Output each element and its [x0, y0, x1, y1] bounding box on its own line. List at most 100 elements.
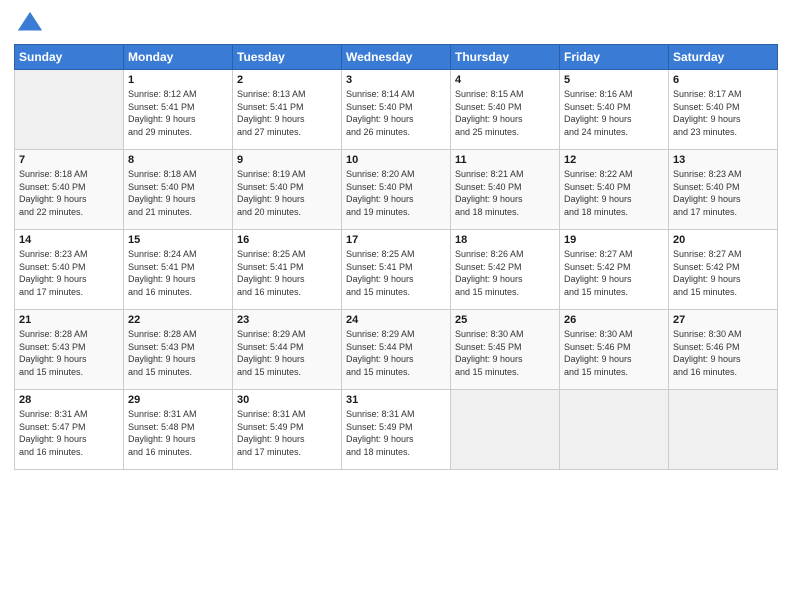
logo-icon: [16, 10, 44, 38]
calendar-cell: 22Sunrise: 8:28 AM Sunset: 5:43 PM Dayli…: [124, 310, 233, 390]
header-monday: Monday: [124, 45, 233, 70]
day-info: Sunrise: 8:12 AM Sunset: 5:41 PM Dayligh…: [128, 88, 228, 138]
calendar-cell: 30Sunrise: 8:31 AM Sunset: 5:49 PM Dayli…: [233, 390, 342, 470]
day-number: 5: [564, 74, 664, 86]
calendar-cell: 31 Sunrise: 8:31 AM Sunset: 5:49 PM Dayli…: [342, 390, 451, 470]
calendar-cell: 15 Sunrise: 8:24 AM Sunset: 5:41 PM Dayli…: [124, 230, 233, 310]
day-info: Sunrise: 8:25 AM Sunset: 5:41 PM Dayligh…: [237, 248, 337, 298]
header-thursday: Thursday: [451, 45, 560, 70]
day-info: Sunrise: 8:19 AM Sunset: 5:40 PM Dayligh…: [237, 168, 337, 218]
day-number: 29: [128, 394, 228, 406]
day-number: 1: [128, 74, 228, 86]
calendar-week-row: 14Sunrise: 8:23 AM Sunset: 5:40 PM Dayli…: [15, 230, 778, 310]
day-info: Sunrise: 8:31 AM Sunset: 5:48 PM Dayligh…: [128, 408, 228, 458]
day-number: 6: [673, 74, 773, 86]
calendar-week-row: 7 Sunrise: 8:18 AM Sunset: 5:40 PM Daylig…: [15, 150, 778, 230]
day-info: Sunrise: 8:21 AM Sunset: 5:40 PM Dayligh…: [455, 168, 555, 218]
calendar-cell: 25 Sunrise: 8:30 AM Sunset: 5:45 PM Dayli…: [451, 310, 560, 390]
day-number: 8: [128, 154, 228, 166]
calendar-cell: 20Sunrise: 8:27 AM Sunset: 5:42 PM Dayli…: [669, 230, 778, 310]
day-number: 17: [346, 234, 446, 246]
calendar-cell: 10Sunrise: 8:20 AM Sunset: 5:40 PM Dayli…: [342, 150, 451, 230]
calendar-week-row: 1 Sunrise: 8:12 AM Sunset: 5:41 PM Daylig…: [15, 70, 778, 150]
calendar-week-row: 21 Sunrise: 8:28 AM Sunset: 5:43 PM Dayli…: [15, 310, 778, 390]
day-info: Sunrise: 8:15 AM Sunset: 5:40 PM Dayligh…: [455, 88, 555, 138]
day-number: 12: [564, 154, 664, 166]
day-number: 3: [346, 74, 446, 86]
calendar-cell: 2 Sunrise: 8:13 AM Sunset: 5:41 PM Daylig…: [233, 70, 342, 150]
calendar-cell: [451, 390, 560, 470]
day-number: 27: [673, 314, 773, 326]
header-friday: Friday: [560, 45, 669, 70]
calendar-cell: [15, 70, 124, 150]
calendar-cell: [560, 390, 669, 470]
day-number: 19: [564, 234, 664, 246]
day-number: 13: [673, 154, 773, 166]
day-info: Sunrise: 8:25 AM Sunset: 5:41 PM Dayligh…: [346, 248, 446, 298]
calendar-cell: 3 Sunrise: 8:14 AM Sunset: 5:40 PM Daylig…: [342, 70, 451, 150]
logo: [14, 14, 44, 38]
page-container: Sunday Monday Tuesday Wednesday Thursday…: [0, 0, 792, 480]
calendar-cell: 6 Sunrise: 8:17 AM Sunset: 5:40 PM Daylig…: [669, 70, 778, 150]
day-number: 30: [237, 394, 337, 406]
header-sunday: Sunday: [15, 45, 124, 70]
calendar-cell: 23Sunrise: 8:29 AM Sunset: 5:44 PM Dayli…: [233, 310, 342, 390]
header-tuesday: Tuesday: [233, 45, 342, 70]
day-info: Sunrise: 8:26 AM Sunset: 5:42 PM Dayligh…: [455, 248, 555, 298]
calendar-week-row: 28 Sunrise: 8:31 AM Sunset: 5:47 PM Dayli…: [15, 390, 778, 470]
day-info: Sunrise: 8:31 AM Sunset: 5:49 PM Dayligh…: [346, 408, 446, 458]
calendar-cell: 13 Sunrise: 8:23 AM Sunset: 5:40 PM Dayli…: [669, 150, 778, 230]
calendar-cell: 26Sunrise: 8:30 AM Sunset: 5:46 PM Dayli…: [560, 310, 669, 390]
calendar-cell: 28 Sunrise: 8:31 AM Sunset: 5:47 PM Dayli…: [15, 390, 124, 470]
day-info: Sunrise: 8:31 AM Sunset: 5:47 PM Dayligh…: [19, 408, 119, 458]
day-number: 31: [346, 394, 446, 406]
day-number: 14: [19, 234, 119, 246]
day-info: Sunrise: 8:22 AM Sunset: 5:40 PM Dayligh…: [564, 168, 664, 218]
calendar-cell: 8 Sunrise: 8:18 AM Sunset: 5:40 PM Daylig…: [124, 150, 233, 230]
day-number: 16: [237, 234, 337, 246]
calendar-cell: [669, 390, 778, 470]
day-number: 9: [237, 154, 337, 166]
calendar-cell: 16 Sunrise: 8:25 AM Sunset: 5:41 PM Dayli…: [233, 230, 342, 310]
day-info: Sunrise: 8:29 AM Sunset: 5:44 PM Dayligh…: [237, 328, 337, 378]
calendar-body: 1 Sunrise: 8:12 AM Sunset: 5:41 PM Daylig…: [15, 70, 778, 470]
day-info: Sunrise: 8:18 AM Sunset: 5:40 PM Dayligh…: [128, 168, 228, 218]
calendar-cell: 7Sunrise: 8:18 AM Sunset: 5:40 PM Daylig…: [15, 150, 124, 230]
day-number: 2: [237, 74, 337, 86]
day-info: Sunrise: 8:27 AM Sunset: 5:42 PM Dayligh…: [564, 248, 664, 298]
day-number: 10: [346, 154, 446, 166]
calendar-cell: 18 Sunrise: 8:26 AM Sunset: 5:42 PM Dayli…: [451, 230, 560, 310]
day-info: Sunrise: 8:30 AM Sunset: 5:45 PM Dayligh…: [455, 328, 555, 378]
calendar-cell: 17 Sunrise: 8:25 AM Sunset: 5:41 PM Dayli…: [342, 230, 451, 310]
calendar-cell: 11 Sunrise: 8:21 AM Sunset: 5:40 PM Dayli…: [451, 150, 560, 230]
header: [14, 10, 778, 38]
day-info: Sunrise: 8:16 AM Sunset: 5:40 PM Dayligh…: [564, 88, 664, 138]
day-number: 18: [455, 234, 555, 246]
header-wednesday: Wednesday: [342, 45, 451, 70]
calendar-cell: 27Sunrise: 8:30 AM Sunset: 5:46 PM Dayli…: [669, 310, 778, 390]
calendar-cell: 5 Sunrise: 8:16 AM Sunset: 5:40 PM Daylig…: [560, 70, 669, 150]
day-number: 21: [19, 314, 119, 326]
calendar-cell: 1 Sunrise: 8:12 AM Sunset: 5:41 PM Daylig…: [124, 70, 233, 150]
calendar-cell: 29 Sunrise: 8:31 AM Sunset: 5:48 PM Dayli…: [124, 390, 233, 470]
day-number: 25: [455, 314, 555, 326]
day-info: Sunrise: 8:17 AM Sunset: 5:40 PM Dayligh…: [673, 88, 773, 138]
calendar-header-row: Sunday Monday Tuesday Wednesday Thursday…: [15, 45, 778, 70]
calendar-cell: 12 Sunrise: 8:22 AM Sunset: 5:40 PM Dayli…: [560, 150, 669, 230]
day-number: 11: [455, 154, 555, 166]
day-info: Sunrise: 8:24 AM Sunset: 5:41 PM Dayligh…: [128, 248, 228, 298]
day-number: 15: [128, 234, 228, 246]
day-number: 24: [346, 314, 446, 326]
day-number: 28: [19, 394, 119, 406]
day-info: Sunrise: 8:13 AM Sunset: 5:41 PM Dayligh…: [237, 88, 337, 138]
day-number: 4: [455, 74, 555, 86]
day-info: Sunrise: 8:28 AM Sunset: 5:43 PM Dayligh…: [19, 328, 119, 378]
day-info: Sunrise: 8:29 AM Sunset: 5:44 PM Dayligh…: [346, 328, 446, 378]
header-saturday: Saturday: [669, 45, 778, 70]
day-number: 22: [128, 314, 228, 326]
day-info: Sunrise: 8:14 AM Sunset: 5:40 PM Dayligh…: [346, 88, 446, 138]
day-info: Sunrise: 8:23 AM Sunset: 5:40 PM Dayligh…: [673, 168, 773, 218]
calendar-cell: 21 Sunrise: 8:28 AM Sunset: 5:43 PM Dayli…: [15, 310, 124, 390]
calendar-cell: 4 Sunrise: 8:15 AM Sunset: 5:40 PM Daylig…: [451, 70, 560, 150]
day-number: 7: [19, 154, 119, 166]
